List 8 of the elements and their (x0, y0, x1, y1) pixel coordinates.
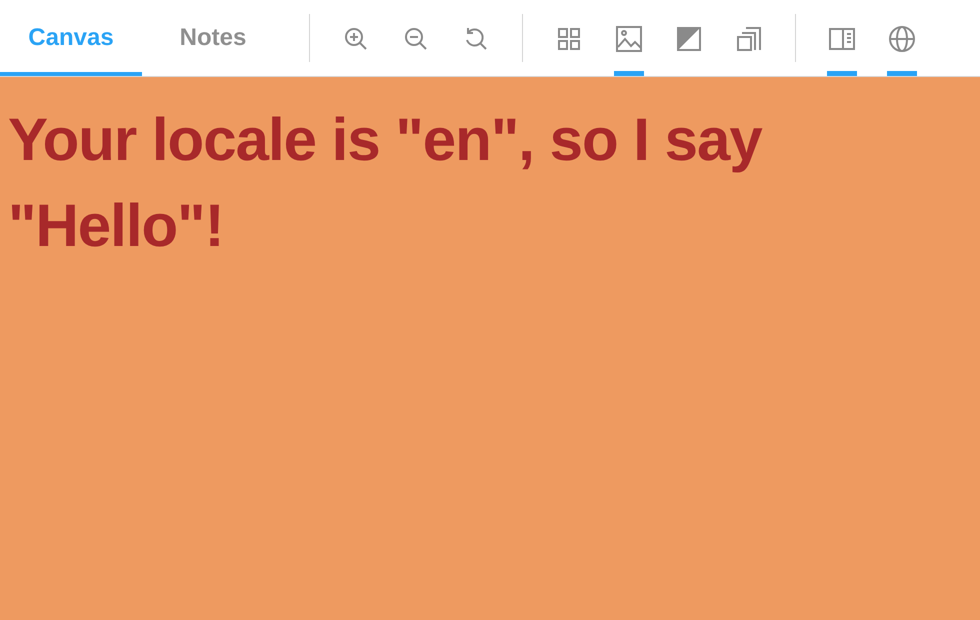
layers-icon (735, 25, 763, 53)
tab[interactable]: Notes (142, 0, 284, 76)
side-panel-icon (828, 25, 856, 53)
globe-icon (888, 25, 916, 53)
image-icon (615, 25, 643, 53)
contrast-icon (675, 25, 703, 53)
grid-icon (555, 25, 583, 53)
locale-message: Your locale is "en", so I say "Hello"! (8, 105, 764, 261)
